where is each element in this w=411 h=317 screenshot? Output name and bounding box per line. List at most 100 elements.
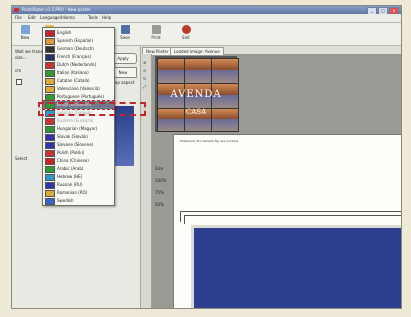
language-item[interactable]: Hebrew (HE) bbox=[43, 173, 114, 181]
language-item[interactable]: Swedish bbox=[43, 197, 114, 205]
print-button[interactable]: Print bbox=[145, 25, 167, 43]
image-tile[interactable] bbox=[211, 58, 239, 84]
menu-help[interactable]: Help bbox=[102, 14, 111, 22]
language-item[interactable]: German (Deutsch) bbox=[43, 45, 114, 53]
language-label: Hungarian (Magyar) bbox=[57, 126, 98, 131]
language-item[interactable]: Euskera (Euskara) bbox=[43, 117, 114, 125]
poster-image bbox=[191, 225, 401, 308]
page-header-text: Posterazor Pro Sample fig: see printers bbox=[180, 139, 239, 143]
language-menu: English Spanish (Español) German (Deutsch)… bbox=[42, 27, 115, 206]
menu-bar: File Edit Language/Idioma Tools Help bbox=[12, 14, 401, 23]
language-item[interactable]: French (Français) bbox=[43, 53, 114, 61]
language-item[interactable]: Polish (Polski) bbox=[43, 149, 114, 157]
language-item[interactable]: China (Chinese) bbox=[43, 157, 114, 165]
language-label: Romanian (RO) bbox=[57, 190, 88, 195]
poster-text-large: AVENDA bbox=[170, 89, 222, 100]
menu-tools[interactable]: Tools bbox=[88, 14, 98, 22]
zoom-100[interactable]: 100% bbox=[155, 178, 166, 183]
language-label: Italian (Italiano) bbox=[57, 70, 89, 75]
language-item[interactable]: Arabic (Arab) bbox=[43, 165, 114, 173]
zoom-75[interactable]: 75% bbox=[155, 190, 164, 195]
image-tile[interactable] bbox=[157, 58, 185, 84]
language-label: Slovene (Slovene) bbox=[57, 142, 94, 147]
app-icon bbox=[14, 8, 19, 12]
print-page: Posterazor Pro Sample fig: see printers bbox=[173, 134, 401, 308]
language-label: Slovak (Slovák) bbox=[57, 134, 88, 139]
language-item[interactable]: Dutch (Nederlands) bbox=[43, 61, 114, 69]
unit-label: cm bbox=[15, 68, 22, 73]
flag-icon bbox=[45, 70, 55, 77]
language-label: Hebrew (HE) bbox=[57, 174, 83, 179]
checkbox-box bbox=[16, 79, 22, 85]
new-button[interactable]: New bbox=[14, 25, 36, 43]
language-label: Catalan (Català) bbox=[57, 78, 90, 83]
save-button[interactable]: Save bbox=[114, 25, 136, 43]
flag-icon bbox=[45, 78, 55, 85]
flag-icon bbox=[45, 182, 55, 189]
language-label: Arabic (Arab) bbox=[57, 166, 84, 171]
language-label: Swedish bbox=[57, 198, 74, 203]
zoom-size[interactable]: Size bbox=[155, 166, 163, 171]
language-item[interactable]: Valenciano (Valencià) bbox=[43, 85, 114, 93]
fit-icon[interactable]: ⤢ bbox=[143, 84, 146, 89]
exit-icon bbox=[181, 25, 191, 34]
flag-icon bbox=[45, 38, 55, 45]
language-item[interactable]: Portuguese (Português) bbox=[43, 93, 114, 101]
language-label: German (Deutsch) bbox=[57, 46, 94, 51]
menu-file[interactable]: File bbox=[15, 14, 22, 22]
exit-button[interactable]: Exit bbox=[175, 25, 197, 43]
info-text-2: size... bbox=[15, 55, 27, 60]
tab-loaded-image[interactable]: Loaded image: Avenue bbox=[170, 47, 224, 55]
language-item[interactable]: Italian (Italiano) bbox=[43, 69, 114, 77]
flag-icon bbox=[45, 62, 55, 69]
zoom-out-icon[interactable]: ⊖ bbox=[143, 68, 146, 73]
vertical-toolbar: ⊕ ⊖ ↻ ⤢ bbox=[141, 54, 152, 308]
menu-edit[interactable]: Edit bbox=[28, 14, 36, 22]
new-icon bbox=[20, 25, 30, 34]
tab-bar: New Poster Loaded image: Avenue bbox=[141, 46, 401, 55]
flag-icon bbox=[45, 174, 55, 181]
zoom-in-icon[interactable]: ⊕ bbox=[143, 60, 146, 65]
flag-icon bbox=[45, 198, 55, 205]
flag-icon bbox=[45, 142, 55, 149]
language-label: Dutch (Nederlands) bbox=[57, 62, 97, 67]
language-label: Spanish (Español) bbox=[57, 38, 93, 43]
rotate-icon[interactable]: ↻ bbox=[143, 76, 146, 81]
language-label: English bbox=[57, 30, 72, 35]
flag-icon bbox=[45, 46, 55, 53]
language-label: Euskera (Euskara) bbox=[57, 118, 94, 123]
workspace: New Poster Loaded image: Avenue ⊕ ⊖ ↻ ⤢ … bbox=[141, 46, 401, 308]
selection-highlight bbox=[38, 102, 146, 116]
flag-icon bbox=[45, 190, 55, 197]
keep-aspect-checkbox[interactable] bbox=[16, 79, 24, 85]
language-item[interactable]: English bbox=[43, 29, 114, 37]
language-item[interactable]: Slovak (Slovák) bbox=[43, 133, 114, 141]
language-label: Polish (Polski) bbox=[57, 150, 85, 155]
zoom-50[interactable]: 50% bbox=[155, 202, 164, 207]
language-label: Portuguese (Português) bbox=[57, 94, 105, 99]
language-item[interactable]: Catalan (Català) bbox=[43, 77, 114, 85]
flag-icon bbox=[45, 94, 55, 101]
info-text: Wait we trans bbox=[15, 49, 43, 54]
language-label: French (Français) bbox=[57, 54, 92, 59]
language-item[interactable]: Romanian (RO) bbox=[43, 189, 114, 197]
flag-icon bbox=[45, 134, 55, 141]
language-item[interactable]: Spanish (Español) bbox=[43, 37, 114, 45]
window-title: PosteRazor v1.5 PRO - New poster bbox=[22, 7, 91, 12]
poster-text-small: CASA bbox=[185, 108, 207, 116]
save-icon bbox=[120, 25, 130, 34]
language-item[interactable]: Russian (RU) bbox=[43, 181, 114, 189]
image-tile[interactable] bbox=[184, 58, 212, 84]
select-label[interactable]: Select bbox=[15, 156, 27, 161]
flag-icon bbox=[45, 30, 55, 37]
flag-icon bbox=[45, 86, 55, 93]
language-label: Valenciano (Valencià) bbox=[57, 86, 100, 91]
language-item[interactable]: Slovene (Slovene) bbox=[43, 141, 114, 149]
flag-icon bbox=[45, 126, 55, 133]
menu-language[interactable]: Language/Idioma bbox=[40, 14, 75, 22]
language-label: Russian (RU) bbox=[57, 182, 83, 187]
flag-icon bbox=[45, 54, 55, 61]
title-bar: PosteRazor v1.5 PRO - New poster _ □ × bbox=[12, 6, 401, 15]
flag-icon bbox=[45, 150, 55, 157]
language-item[interactable]: Hungarian (Magyar) bbox=[43, 125, 114, 133]
